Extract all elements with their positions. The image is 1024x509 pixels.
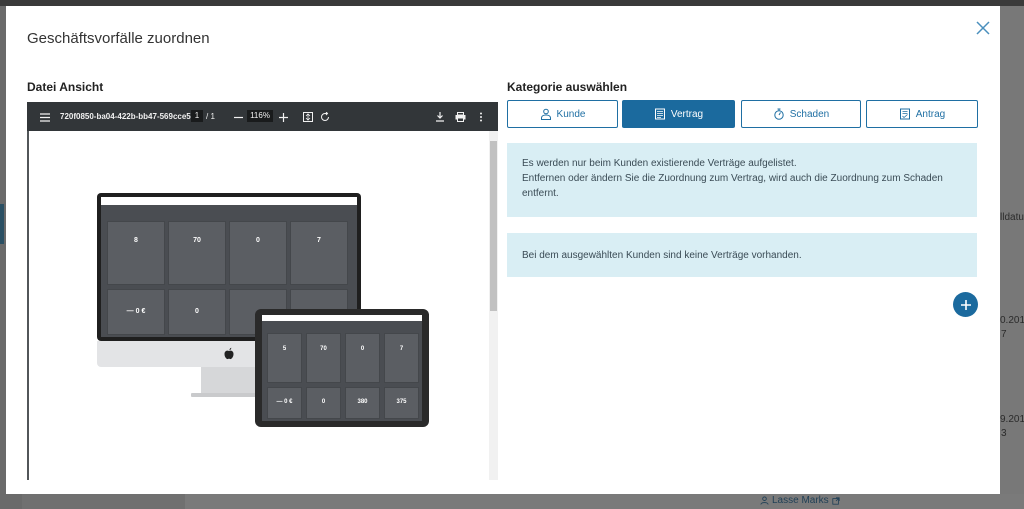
stopwatch-icon	[774, 108, 784, 120]
dashboard-tile: 70	[306, 333, 341, 383]
tablet-screen: 5 70 0 7 — 0 € 0 380 375	[262, 315, 422, 421]
add-button[interactable]	[953, 292, 978, 317]
person-icon	[540, 108, 551, 120]
dashboard-tile: 380	[345, 387, 380, 419]
tab-label: Antrag	[915, 108, 946, 120]
pdf-toolbar: 720f0850-ba04-422b-bb47-569cce5... 1 / 1…	[27, 102, 498, 131]
background-cell: 9.201	[1000, 414, 1024, 425]
person-icon	[760, 496, 769, 505]
monitor-app-bar	[101, 197, 357, 205]
background-cell: 3	[1001, 428, 1007, 439]
tablet-mockup-image: 5 70 0 7 — 0 € 0 380 375	[255, 309, 429, 427]
dashboard-tile: 7	[384, 333, 419, 383]
tablet-app-bar	[262, 315, 422, 321]
dashboard-tile: 375	[384, 387, 419, 419]
info-line: Entfernen oder ändern Sie die Zuordnung …	[522, 173, 943, 184]
plus-icon	[960, 299, 971, 310]
tab-kunde[interactable]: Kunde	[507, 100, 618, 128]
tab-label: Kunde	[556, 108, 586, 120]
tab-schaden[interactable]: Schaden	[741, 100, 861, 128]
tab-antrag[interactable]: Antrag	[866, 100, 978, 128]
background-user-link: Lasse Marks	[760, 495, 840, 506]
tab-vertrag[interactable]: Vertrag	[622, 100, 735, 128]
zoom-out-icon[interactable]	[230, 109, 246, 125]
zoom-in-icon[interactable]	[275, 109, 291, 125]
pdf-scroll-thumb[interactable]	[490, 141, 497, 311]
pdf-page-input[interactable]: 1	[191, 110, 203, 122]
tab-label: Vertrag	[670, 108, 704, 120]
background-column-header: lldatu	[1000, 212, 1024, 223]
background-footer	[185, 494, 1024, 509]
dashboard-tile: 70	[168, 221, 226, 285]
pdf-viewer: 720f0850-ba04-422b-bb47-569cce5... 1 / 1…	[27, 102, 498, 480]
info-line: Es werden nur beim Kunden existierende V…	[522, 158, 797, 169]
dashboard-tile: 0	[168, 289, 226, 335]
print-icon[interactable]	[452, 109, 468, 125]
more-options-icon[interactable]	[473, 109, 489, 125]
category-select-title: Kategorie auswählen	[507, 80, 628, 94]
info-line: entfernt.	[522, 188, 559, 199]
dashboard-tile: — 0 €	[267, 387, 302, 419]
pdf-filename: 720f0850-ba04-422b-bb47-569cce5...	[60, 112, 198, 121]
dashboard-tile: 8	[107, 221, 165, 285]
monitor-stand	[201, 367, 257, 395]
external-link-icon	[832, 496, 840, 505]
apple-logo-icon	[224, 347, 234, 360]
user-name: Lasse Marks	[772, 495, 829, 506]
assign-transactions-modal: Geschäftsvorfälle zuordnen Datei Ansicht…	[6, 6, 1000, 494]
dashboard-tile: 5	[267, 333, 302, 383]
background-cell: 0.201	[1000, 315, 1024, 326]
pdf-page: 8 70 0 7 — 0 € 0 5 70 0 7 — 0 € 0 380 37…	[29, 131, 489, 480]
close-icon	[976, 21, 990, 35]
modal-title: Geschäftsvorfälle zuordnen	[27, 30, 210, 47]
info-message-box: Es werden nur beim Kunden existierende V…	[507, 143, 977, 217]
form-icon	[899, 108, 910, 120]
empty-state-message: Bei dem ausgewählten Kunden sind keine V…	[507, 233, 977, 277]
fit-page-icon[interactable]	[300, 109, 316, 125]
background-nav-stripe	[0, 204, 4, 244]
menu-icon[interactable]	[37, 109, 53, 125]
dashboard-tile: — 0 €	[107, 289, 165, 335]
document-icon	[654, 108, 665, 120]
close-button[interactable]	[975, 20, 991, 36]
empty-message-text: Bei dem ausgewählten Kunden sind keine V…	[522, 249, 802, 261]
dashboard-tile: 0	[345, 333, 380, 383]
pdf-zoom-input[interactable]: 116%	[247, 110, 273, 122]
download-icon[interactable]	[432, 109, 448, 125]
pdf-scrollbar[interactable]	[489, 131, 498, 480]
dashboard-tile: 0	[306, 387, 341, 419]
tab-label: Schaden	[789, 108, 830, 120]
dashboard-tile: 7	[290, 221, 348, 285]
dashboard-tile: 0	[229, 221, 287, 285]
file-view-title: Datei Ansicht	[27, 80, 104, 94]
background-cell: 7	[1001, 329, 1007, 340]
pdf-page-total: / 1	[206, 112, 215, 121]
rotate-icon[interactable]	[317, 109, 333, 125]
